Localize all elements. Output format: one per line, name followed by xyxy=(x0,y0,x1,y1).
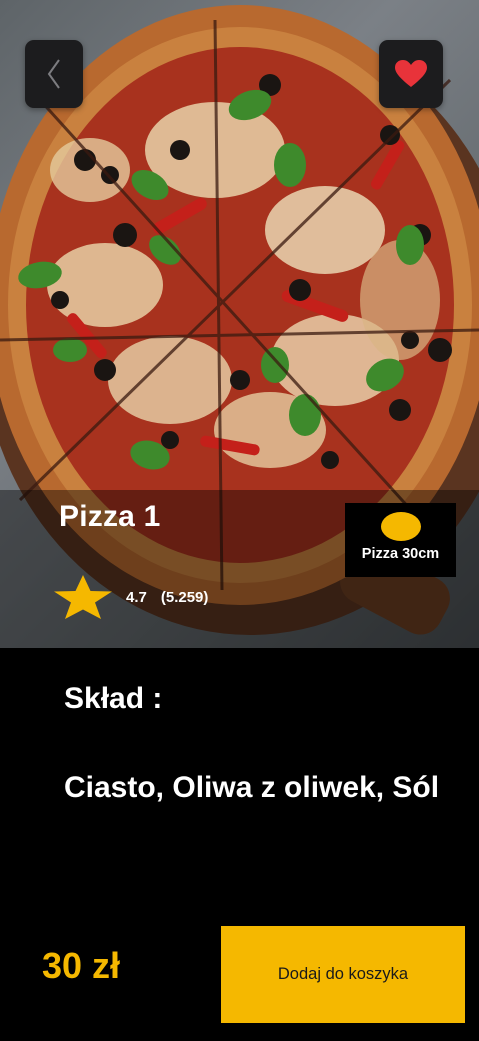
rating-value: 4.7 xyxy=(126,588,147,606)
size-option[interactable]: Pizza 30cm xyxy=(345,503,456,577)
back-button[interactable] xyxy=(25,40,83,108)
rating-count: (5.259) xyxy=(160,588,209,606)
price-label: 30 zł xyxy=(42,945,121,986)
star-icon xyxy=(54,575,112,619)
ingredients-heading: Skład : xyxy=(64,682,163,715)
rating-row: 4.7 (5.259) xyxy=(52,574,208,620)
favorite-button[interactable] xyxy=(379,40,443,108)
ingredients-text: Ciasto, Oliwa z oliwek, Sól xyxy=(64,771,440,804)
product-detail-screen: Pizza 1 4.7 (5.259) Pizza 30cm Skład : C… xyxy=(0,0,479,1041)
heart-icon xyxy=(395,60,427,87)
product-title: Pizza 1 xyxy=(59,500,161,533)
size-label: Pizza 30cm xyxy=(361,546,440,562)
product-hero: Pizza 1 4.7 (5.259) Pizza 30cm xyxy=(0,0,479,648)
add-to-cart-button[interactable]: Dodaj do koszyka xyxy=(221,926,465,1023)
chevron-left-icon xyxy=(47,59,60,89)
size-indicator-icon xyxy=(380,512,421,541)
